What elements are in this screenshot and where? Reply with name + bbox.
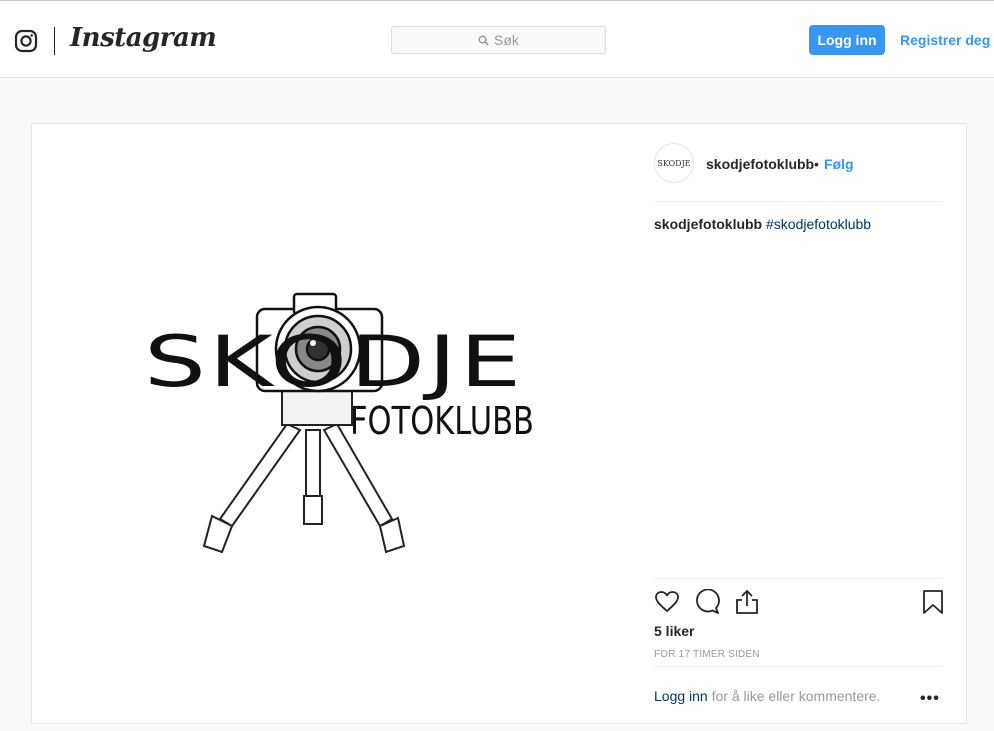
avatar[interactable]: SKODJE: [654, 143, 694, 183]
share-icon[interactable]: [734, 589, 760, 615]
post-card: SKODJE FOTOKLUBB SKODJE skodjefotoklubb …: [31, 123, 967, 724]
top-navigation-bar: Instagram Søk Logg inn Registrer deg: [0, 1, 994, 78]
post-image[interactable]: SKODJE FOTOKLUBB: [32, 124, 632, 723]
logo-text-skodje: SKODJE: [144, 321, 524, 403]
comment-icon[interactable]: [694, 589, 720, 615]
login-prompt: Logg inn for å like eller kommentere.: [654, 688, 880, 704]
heart-icon[interactable]: [654, 589, 680, 615]
username-separator: •: [814, 156, 819, 172]
login-button[interactable]: Logg inn: [809, 25, 885, 55]
skodje-fotoklubb-logo: SKODJE FOTOKLUBB: [144, 292, 534, 554]
follow-button[interactable]: Følg: [824, 156, 854, 172]
search-placeholder: Søk: [494, 32, 519, 48]
post-sidebar: SKODJE skodjefotoklubb • Følg skodjefoto…: [654, 124, 943, 723]
more-options-icon[interactable]: •••: [920, 690, 940, 708]
caption-hashtag[interactable]: #skodjefotoklubb: [766, 216, 871, 232]
instagram-wordmark[interactable]: Instagram: [70, 23, 217, 53]
divider: [654, 578, 942, 579]
divider: [654, 666, 942, 667]
bookmark-icon[interactable]: [920, 589, 946, 615]
caption-username[interactable]: skodjefotoklubb: [654, 216, 762, 232]
search-icon: [478, 35, 489, 46]
logo-divider: [54, 27, 55, 55]
register-link[interactable]: Registrer deg: [900, 32, 990, 48]
logo-text-fotoklubb: FOTOKLUBB: [350, 399, 534, 443]
login-link[interactable]: Logg inn: [654, 688, 708, 704]
search-input[interactable]: Søk: [391, 26, 606, 54]
post-timestamp: FOR 17 TIMER SIDEN: [654, 649, 760, 660]
avatar-logo-text: SKODJE: [657, 158, 691, 168]
divider: [654, 201, 942, 202]
instagram-camera-icon[interactable]: [14, 29, 38, 53]
post-caption: skodjefotoklubb #skodjefotoklubb: [654, 216, 871, 232]
post-username[interactable]: skodjefotoklubb: [706, 156, 814, 172]
login-prompt-text: for å like eller kommentere.: [707, 688, 881, 704]
like-count[interactable]: 5 liker: [654, 623, 694, 639]
